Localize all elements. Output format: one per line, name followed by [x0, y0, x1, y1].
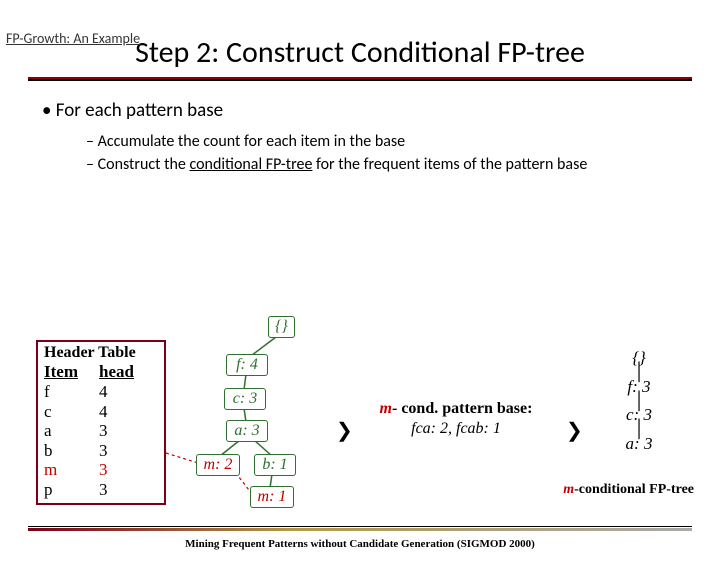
pb-label: - cond. pattern base: [392, 400, 532, 417]
bullet-l2a: Accumulate the count for each item in th… [86, 132, 684, 151]
tree-a3: a: 3 [226, 420, 268, 442]
tree-b1: b: 1 [254, 454, 296, 476]
corner-label: FP-Growth: An Example [6, 30, 140, 47]
ct-label-m: m [563, 482, 574, 497]
cond-tree-label: m-conditional FP-tree [563, 482, 694, 498]
content-area: For each pattern base Accumulate the cou… [0, 81, 720, 174]
tree-m1: m: 1 [250, 486, 294, 508]
bar-icon: │ [594, 397, 684, 406]
bar-icon: │ [594, 425, 684, 434]
b2b-pre: Construct the [98, 155, 190, 174]
tree-f4: f: 4 [226, 354, 268, 376]
chevron-icon: ❯ [566, 418, 583, 443]
tree-m2: m: 2 [196, 454, 240, 476]
chevron-icon: ❯ [336, 418, 353, 443]
bullet-l2b: Construct the conditional FP-tree for th… [86, 155, 684, 174]
pb-m: m [380, 400, 392, 417]
bar-icon: │ [594, 368, 684, 377]
tree-c3: c: 3 [224, 388, 266, 410]
diagram-area: Header Table Item head f4 c4 a3 b3 m3 p3… [36, 318, 684, 518]
pb-value: fca: 2, fcab: 1 [356, 420, 556, 438]
pattern-base: m- cond. pattern base: fca: 2, fcab: 1 [356, 400, 556, 438]
bottom-rule [28, 526, 692, 530]
b2b-post: for the frequent items of the pattern ba… [312, 155, 587, 174]
bullet-l1: For each pattern base [42, 99, 684, 122]
cond-tree: {} │ f: 3 │ c: 3 │ a: 3 [594, 348, 684, 454]
b2b-underlined: conditional FP-tree [189, 155, 312, 174]
ct-label-rest: -conditional FP-tree [574, 482, 694, 497]
ct-a3: a: 3 [594, 434, 684, 454]
tree-root: {} [268, 316, 295, 338]
